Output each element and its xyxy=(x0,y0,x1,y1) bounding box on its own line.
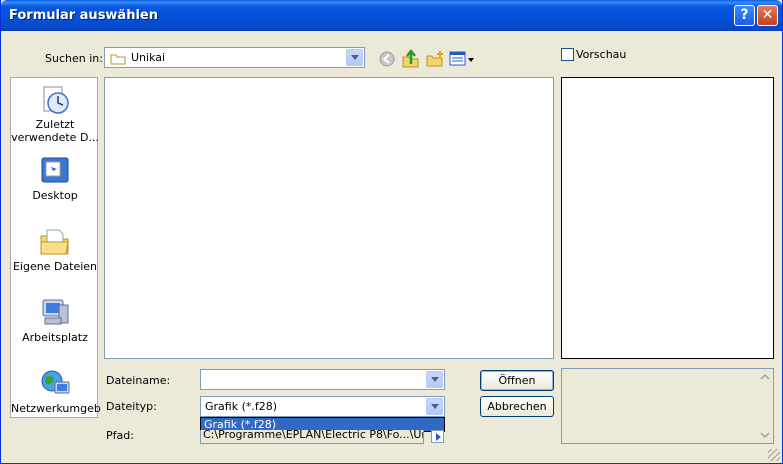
place-recent[interactable]: Zuletzt verwendete D... xyxy=(11,84,99,144)
filetype-combobox[interactable]: Grafik (*.f28) xyxy=(200,396,445,417)
preview-checkbox-label: Vorschau xyxy=(576,48,627,61)
file-dialog-window: Formular auswählen ? ✕ Suchen in: Unikai xyxy=(0,0,783,464)
lookin-combobox[interactable]: Unikai xyxy=(104,47,365,68)
help-icon: ? xyxy=(740,7,749,23)
up-folder-icon[interactable] xyxy=(401,49,421,69)
open-button[interactable]: Öffnen xyxy=(480,370,554,391)
scroll-up-icon[interactable] xyxy=(757,369,773,385)
lookin-label: Suchen in: xyxy=(45,52,103,65)
filename-label: Dateiname: xyxy=(106,374,171,387)
place-label: Zuletzt verwendete D... xyxy=(11,118,99,144)
place-label: Netzwerkumgeb xyxy=(11,402,101,415)
place-label: Desktop xyxy=(32,189,78,202)
file-list[interactable] xyxy=(104,77,554,359)
filetype-value: Grafik (*.f28) xyxy=(205,400,278,413)
back-icon[interactable] xyxy=(378,50,396,68)
places-bar: Zuletzt verwendete D... Desktop Eigene D… xyxy=(10,77,101,418)
recent-documents-icon xyxy=(43,86,69,114)
network-icon xyxy=(41,370,70,394)
place-label: Eigene Dateien xyxy=(12,260,98,273)
path-field: C:\Programme\EPLAN\Electric P8\Fo...\Uni… xyxy=(200,430,424,444)
my-documents-icon xyxy=(40,229,69,255)
place-network[interactable]: Netzwerkumgeb xyxy=(11,368,101,415)
window-title: Formular auswählen xyxy=(9,8,158,23)
scroll-down-icon[interactable] xyxy=(757,427,773,443)
chevron-down-icon[interactable] xyxy=(426,398,443,415)
resize-grip-icon[interactable] xyxy=(768,449,780,461)
place-my-computer[interactable]: Arbeitsplatz xyxy=(11,297,99,344)
place-label: Arbeitsplatz xyxy=(22,331,88,344)
lookin-value: Unikai xyxy=(131,51,166,64)
path-browse-icon[interactable] xyxy=(431,430,444,443)
cancel-button[interactable]: Abbrechen xyxy=(480,396,554,417)
place-my-documents[interactable]: Eigene Dateien xyxy=(11,226,99,273)
chevron-down-icon[interactable] xyxy=(346,49,363,66)
preview-info-box[interactable] xyxy=(561,368,774,444)
filename-combobox[interactable] xyxy=(200,369,445,390)
path-value: C:\Programme\EPLAN\Electric P8\Fo...\Uni… xyxy=(203,430,424,441)
view-menu-icon[interactable] xyxy=(449,50,475,68)
chevron-down-icon[interactable] xyxy=(426,371,443,388)
preview-checkbox[interactable] xyxy=(561,48,574,61)
help-button[interactable]: ? xyxy=(734,5,755,26)
preview-pane xyxy=(561,77,774,359)
path-label: Pfad: xyxy=(106,429,134,442)
folder-icon xyxy=(110,54,126,65)
new-folder-icon[interactable] xyxy=(425,49,445,69)
title-bar[interactable]: Formular auswählen ? ✕ xyxy=(1,0,782,31)
my-computer-icon xyxy=(42,299,69,325)
close-button[interactable]: ✕ xyxy=(757,5,778,26)
filetype-label: Dateityp: xyxy=(106,400,157,413)
desktop-icon xyxy=(41,157,69,183)
close-icon: ✕ xyxy=(761,7,774,23)
place-desktop[interactable]: Desktop xyxy=(11,155,99,202)
